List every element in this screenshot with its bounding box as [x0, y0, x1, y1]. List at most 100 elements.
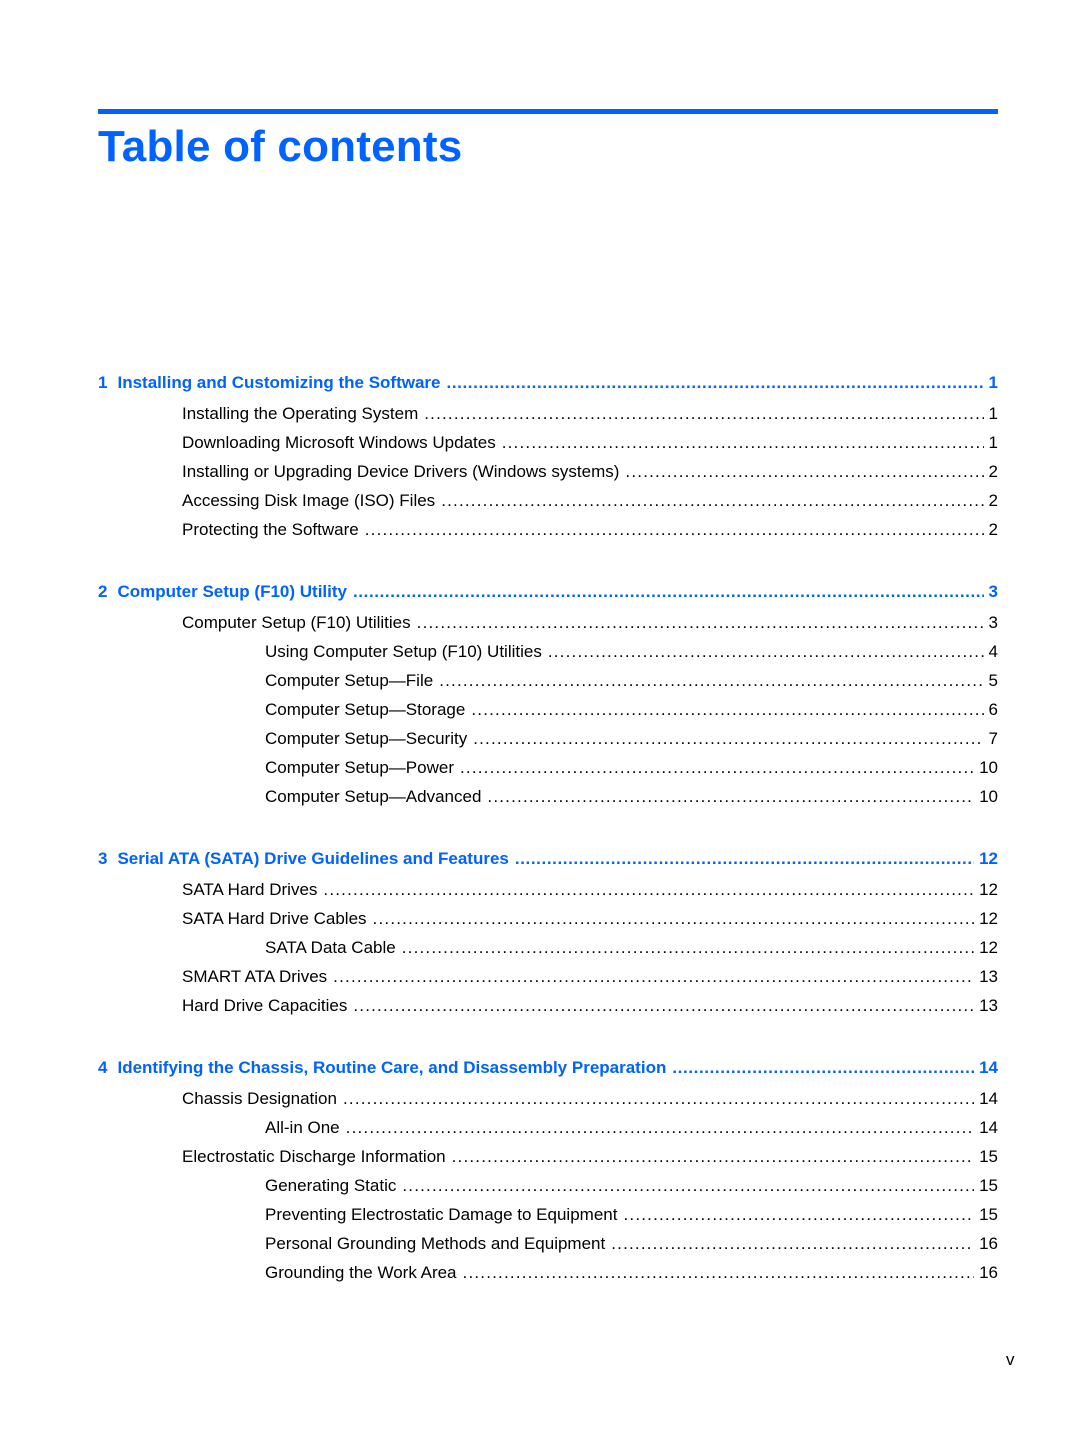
- entry-title: Computer Setup—Storage: [265, 700, 466, 719]
- toc-chapter: 1 Installing and Customizing the Software…: [98, 372, 998, 548]
- entry-page-number: 10: [979, 787, 998, 806]
- dot-leader: [343, 1088, 974, 1110]
- entry-page-number: 15: [979, 1205, 998, 1224]
- dot-leader: [548, 641, 984, 663]
- chapter-page-number: 1: [988, 373, 998, 392]
- dot-leader: [487, 786, 974, 808]
- chapter-number: 3: [98, 849, 108, 868]
- toc-entry-link[interactable]: Protecting the Software 2: [98, 519, 998, 548]
- toc-entry-link[interactable]: Hard Drive Capacities 13: [98, 995, 998, 1024]
- entry-page-number: 16: [979, 1234, 998, 1253]
- dot-leader: [333, 966, 974, 988]
- entry-page-number: 13: [979, 967, 998, 986]
- dot-leader: [452, 1146, 974, 1168]
- toc-entry-link[interactable]: Generating Static 15: [98, 1175, 998, 1204]
- entry-page-number: 16: [979, 1263, 998, 1282]
- toc-entry-link[interactable]: Downloading Microsoft Windows Updates 1: [98, 432, 998, 461]
- entry-title: Computer Setup—Advanced: [265, 787, 482, 806]
- page-title: Table of contents: [98, 122, 463, 171]
- toc-entry-link[interactable]: Computer Setup—Power 10: [98, 757, 998, 786]
- table-of-contents: 1 Installing and Customizing the Software…: [98, 372, 998, 1324]
- entry-title: Protecting the Software: [182, 520, 359, 539]
- toc-entry-link[interactable]: SATA Hard Drive Cables 12: [98, 908, 998, 937]
- toc-chapter: 2Computer Setup (F10) Utility3Computer S…: [98, 581, 998, 815]
- toc-entry-link[interactable]: Using Computer Setup (F10) Utilities 4: [98, 641, 998, 670]
- toc-entry-link[interactable]: SATA Hard Drives 12: [98, 879, 998, 908]
- toc-chapter: 4 Identifying the Chassis, Routine Care, …: [98, 1057, 998, 1291]
- dot-leader: [441, 490, 983, 512]
- chapter-page-number: 12: [979, 849, 998, 868]
- entry-title: Personal Grounding Methods and Equipment: [265, 1234, 606, 1253]
- toc-chapter-link[interactable]: 2 Computer Setup (F10) Utility 3: [98, 581, 998, 612]
- entry-page-number: 10: [979, 758, 998, 777]
- dot-leader: [373, 908, 975, 930]
- entry-title: Computer Setup—File: [265, 671, 434, 690]
- dot-leader: [353, 581, 984, 603]
- entry-title: Downloading Microsoft Windows Updates: [182, 433, 496, 452]
- toc-entry-link[interactable]: Computer Setup—Advanced 10: [98, 786, 998, 815]
- entry-title: SATA Hard Drive Cables: [182, 909, 367, 928]
- entry-title: All-in One: [265, 1118, 340, 1137]
- toc-chapter-link[interactable]: 3 Serial ATA (SATA) Drive Guidelines and …: [98, 848, 998, 879]
- toc-entry-link[interactable]: Preventing Electrostatic Damage to Equip…: [98, 1204, 998, 1233]
- dot-leader: [402, 1175, 974, 1197]
- dot-leader: [417, 612, 984, 634]
- toc-chapter-link[interactable]: 1 Installing and Customizing the Software…: [98, 372, 998, 403]
- entry-title: Preventing Electrostatic Damage to Equip…: [265, 1205, 618, 1224]
- toc-entry-link[interactable]: All-in One 14: [98, 1117, 998, 1146]
- dot-leader: [365, 519, 984, 541]
- entry-title: SATA Data Cable: [265, 938, 396, 957]
- dot-leader: [424, 403, 983, 425]
- toc-entry-link[interactable]: Computer Setup—File 5: [98, 670, 998, 699]
- entry-page-number: 14: [979, 1089, 998, 1108]
- dot-leader: [672, 1057, 974, 1079]
- toc-entry-link[interactable]: Electrostatic Discharge Information 15: [98, 1146, 998, 1175]
- entry-page-number: 3: [988, 613, 998, 632]
- toc-entry-link[interactable]: Chassis Designation 14: [98, 1088, 998, 1117]
- dot-leader: [402, 937, 974, 959]
- entry-page-number: 14: [979, 1118, 998, 1137]
- dot-leader: [515, 848, 974, 870]
- dot-leader: [611, 1233, 974, 1255]
- chapter-number: 2: [98, 582, 108, 601]
- dot-leader: [447, 372, 984, 394]
- entry-title: Installing the Operating System: [182, 404, 419, 423]
- toc-entry-link[interactable]: SATA Data Cable 12: [98, 937, 998, 966]
- dot-leader: [353, 995, 974, 1017]
- entry-title: Installing or Upgrading Device Drivers (…: [182, 462, 620, 481]
- entry-page-number: 5: [988, 671, 998, 690]
- entry-title: Generating Static: [265, 1176, 397, 1195]
- dot-leader: [460, 757, 974, 779]
- entry-page-number: 1: [988, 433, 998, 452]
- toc-entry-link[interactable]: SMART ATA Drives 13: [98, 966, 998, 995]
- entry-title: Electrostatic Discharge Information: [182, 1147, 446, 1166]
- entry-page-number: 15: [979, 1176, 998, 1195]
- toc-entry-link[interactable]: Computer Setup—Storage 6: [98, 699, 998, 728]
- toc-chapter: 3 Serial ATA (SATA) Drive Guidelines and …: [98, 848, 998, 1024]
- dot-leader: [346, 1117, 974, 1139]
- toc-chapter-link[interactable]: 4 Identifying the Chassis, Routine Care, …: [98, 1057, 998, 1088]
- entry-title: SMART ATA Drives: [182, 967, 328, 986]
- entry-title: Computer Setup—Power: [265, 758, 454, 777]
- toc-entry-link[interactable]: Installing or Upgrading Device Drivers (…: [98, 461, 998, 490]
- entry-title: Chassis Designation: [182, 1089, 337, 1108]
- entry-page-number: 12: [979, 909, 998, 928]
- dot-leader: [473, 728, 983, 750]
- toc-entry-link[interactable]: Personal Grounding Methods and Equipment…: [98, 1233, 998, 1262]
- entry-page-number: 15: [979, 1147, 998, 1166]
- toc-entry-link[interactable]: Accessing Disk Image (ISO) Files 2: [98, 490, 998, 519]
- toc-entry-link[interactable]: Computer Setup (F10) Utilities 3: [98, 612, 998, 641]
- chapter-title: Serial ATA (SATA) Drive Guidelines and F…: [117, 849, 509, 868]
- toc-entry-link[interactable]: Computer Setup—Security 7: [98, 728, 998, 757]
- toc-entry-link[interactable]: Grounding the Work Area 16: [98, 1262, 998, 1291]
- chapter-title: Computer Setup (F10) Utility: [117, 582, 347, 601]
- dot-leader: [439, 670, 983, 692]
- entry-title: Grounding the Work Area: [265, 1263, 457, 1282]
- entry-title: Computer Setup (F10) Utilities: [182, 613, 411, 632]
- dot-leader: [463, 1262, 975, 1284]
- entry-page-number: 1: [988, 404, 998, 423]
- dot-leader: [323, 879, 974, 901]
- entry-title: Accessing Disk Image (ISO) Files: [182, 491, 436, 510]
- toc-entry-link[interactable]: Installing the Operating System 1: [98, 403, 998, 432]
- chapter-number: 4: [98, 1058, 108, 1077]
